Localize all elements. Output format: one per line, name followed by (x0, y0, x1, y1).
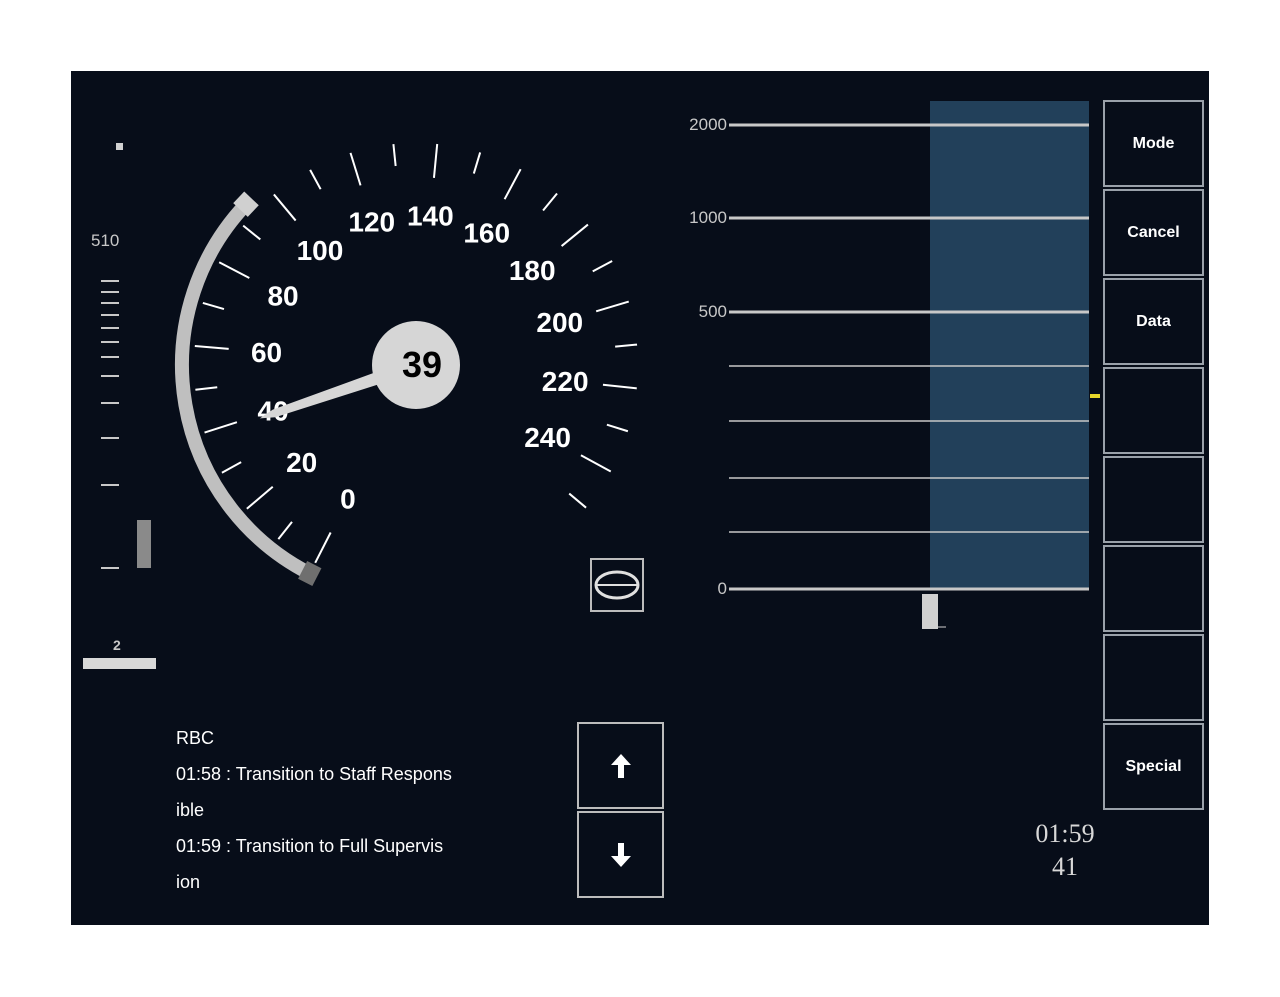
clock-seconds: 41 (1052, 852, 1078, 881)
message-line: 01:59 : Transition to Full Supervis (176, 836, 444, 856)
speed-tick (602, 383, 637, 390)
special-button[interactable]: Special (1103, 723, 1204, 810)
speed-tick (472, 152, 482, 174)
clock: 01:59 41 (1021, 817, 1109, 883)
empty-button-3[interactable] (1103, 545, 1204, 632)
speed-tick-label: 0 (340, 484, 356, 515)
scale-label-1000: 1000 (689, 208, 727, 227)
scroll-down-button[interactable] (577, 811, 664, 898)
message-line: ion (176, 872, 201, 892)
full-supervision-icon (590, 558, 644, 612)
current-speed-value: 39 (402, 344, 442, 385)
speed-tick-label: 220 (542, 366, 589, 397)
arrow-down-icon (610, 842, 631, 867)
speed-tick (432, 143, 439, 178)
speed-tick (218, 261, 250, 279)
speed-tick (242, 224, 261, 241)
message-line: ible (176, 800, 205, 820)
message-source: RBC (176, 728, 215, 748)
speed-tick (542, 192, 558, 212)
permitted-speed-arc-end (298, 560, 322, 587)
gradient-label: 2 (113, 637, 121, 653)
speed-tick (309, 169, 322, 190)
speed-tick (560, 223, 589, 247)
mode-button[interactable]: Mode (1103, 100, 1204, 187)
speed-tick (273, 193, 297, 222)
message-line: 01:58 : Transition to Staff Respons (176, 764, 452, 784)
empty-button-4[interactable] (1103, 634, 1204, 721)
speed-tick (580, 454, 612, 473)
text-message-area: RBC 01:58 : Transition to Staff Respons … (176, 723, 566, 903)
speed-tick (615, 343, 638, 348)
speed-tick-label: 240 (524, 422, 571, 453)
speed-tick (314, 532, 332, 564)
speed-tick (503, 168, 522, 200)
speed-tick (221, 461, 242, 474)
speed-tick (568, 492, 587, 509)
gradient-bar (83, 658, 156, 669)
speed-tick (392, 144, 397, 167)
planning-area: 2000 1000 500 0 (671, 101, 1101, 641)
scale-label-500: 500 (698, 302, 727, 321)
speed-tick-label: 200 (536, 307, 583, 338)
arrow-up-icon (610, 753, 631, 778)
etcs-dmi-screen: 510 2 020406080100 (71, 71, 1209, 925)
speed-tick (194, 344, 229, 350)
speed-tick (606, 423, 629, 433)
speed-tick-label: 120 (348, 207, 395, 238)
speed-tick-label: 100 (297, 235, 344, 266)
scroll-up-button[interactable] (577, 722, 664, 809)
speed-tick (277, 521, 293, 540)
speed-tick (349, 152, 362, 186)
planning-grid (729, 123, 1100, 629)
speed-tick (195, 386, 218, 391)
scale-label-2000: 2000 (689, 115, 727, 134)
empty-button-1[interactable] (1103, 367, 1204, 454)
speed-tick (202, 301, 225, 311)
speed-tick (246, 485, 274, 510)
speed-tick (595, 300, 630, 313)
speed-indicator (1090, 394, 1100, 398)
empty-button-2[interactable] (1103, 456, 1204, 543)
speed-tick-label: 180 (509, 255, 556, 286)
scale-label-0: 0 (717, 579, 727, 598)
speed-tick (204, 421, 238, 434)
cancel-button[interactable]: Cancel (1103, 189, 1204, 276)
speed-tick-label: 60 (251, 337, 282, 368)
speedometer: 020406080100120140160180200220240 39 (175, 143, 638, 587)
speed-tick-label: 20 (286, 447, 317, 478)
speed-tick-label: 160 (463, 218, 510, 249)
speed-tick-label: 140 (407, 201, 454, 232)
speed-tick (592, 260, 613, 273)
speed-tick-label: 80 (267, 281, 298, 312)
permitted-speed-arc-start (233, 191, 259, 217)
gradient-profile-bar (922, 594, 938, 629)
data-button[interactable]: Data (1103, 278, 1204, 365)
clock-time: 01:59 (1035, 819, 1095, 848)
